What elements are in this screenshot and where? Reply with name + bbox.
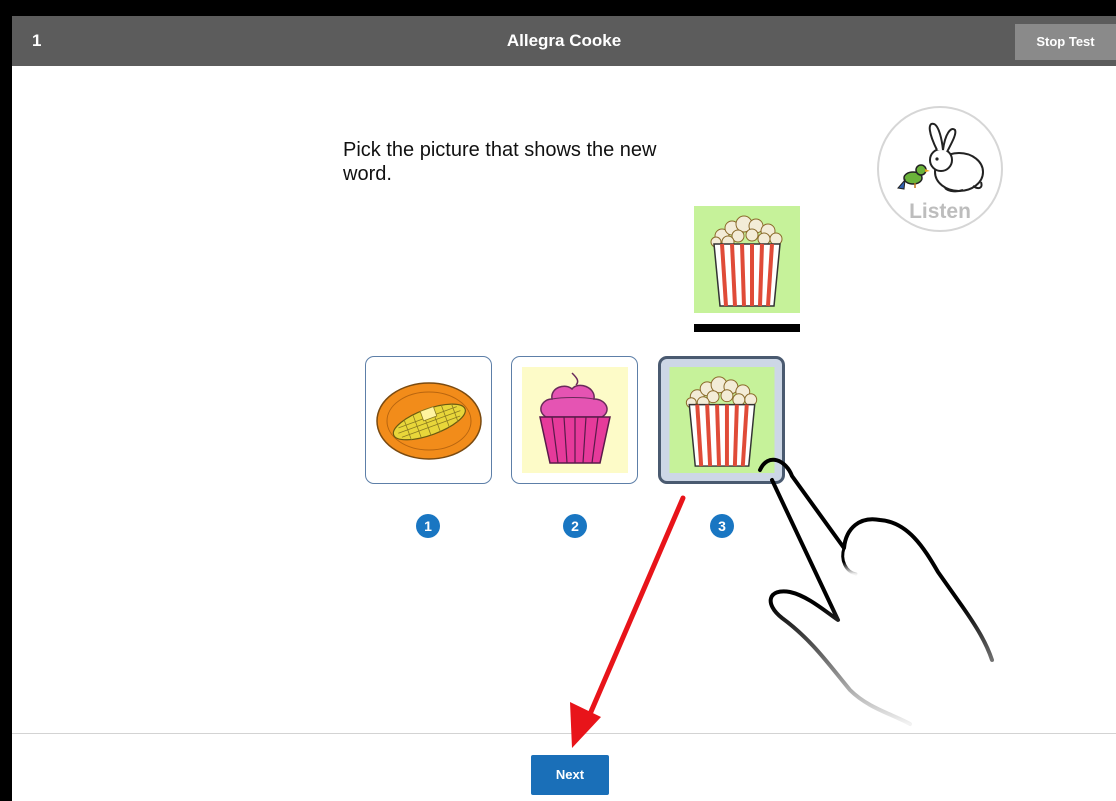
choice-1[interactable] <box>365 356 492 484</box>
target-word-underline <box>694 324 800 332</box>
choice-2[interactable] <box>511 356 638 484</box>
footer-divider <box>12 733 1116 734</box>
next-button[interactable]: Next <box>531 755 609 795</box>
choice-number-1: 1 <box>416 514 440 538</box>
stop-test-button[interactable]: Stop Test <box>1015 24 1116 60</box>
question-prompt: Pick the picture that shows the new word… <box>343 139 657 185</box>
top-bar: 1 Allegra Cooke Stop Test <box>12 16 1116 66</box>
choice-number-2: 2 <box>563 514 587 538</box>
popcorn-icon <box>669 367 775 473</box>
listen-label: Listen <box>909 200 971 223</box>
corn-on-plate-icon <box>376 382 482 460</box>
cupcake-icon <box>522 367 628 473</box>
listen-button[interactable]: Listen <box>877 106 1003 232</box>
student-name: Allegra Cooke <box>506 31 622 50</box>
popcorn-icon <box>694 206 800 313</box>
choice-number-3: 3 <box>710 514 734 538</box>
choice-3[interactable] <box>658 356 785 484</box>
